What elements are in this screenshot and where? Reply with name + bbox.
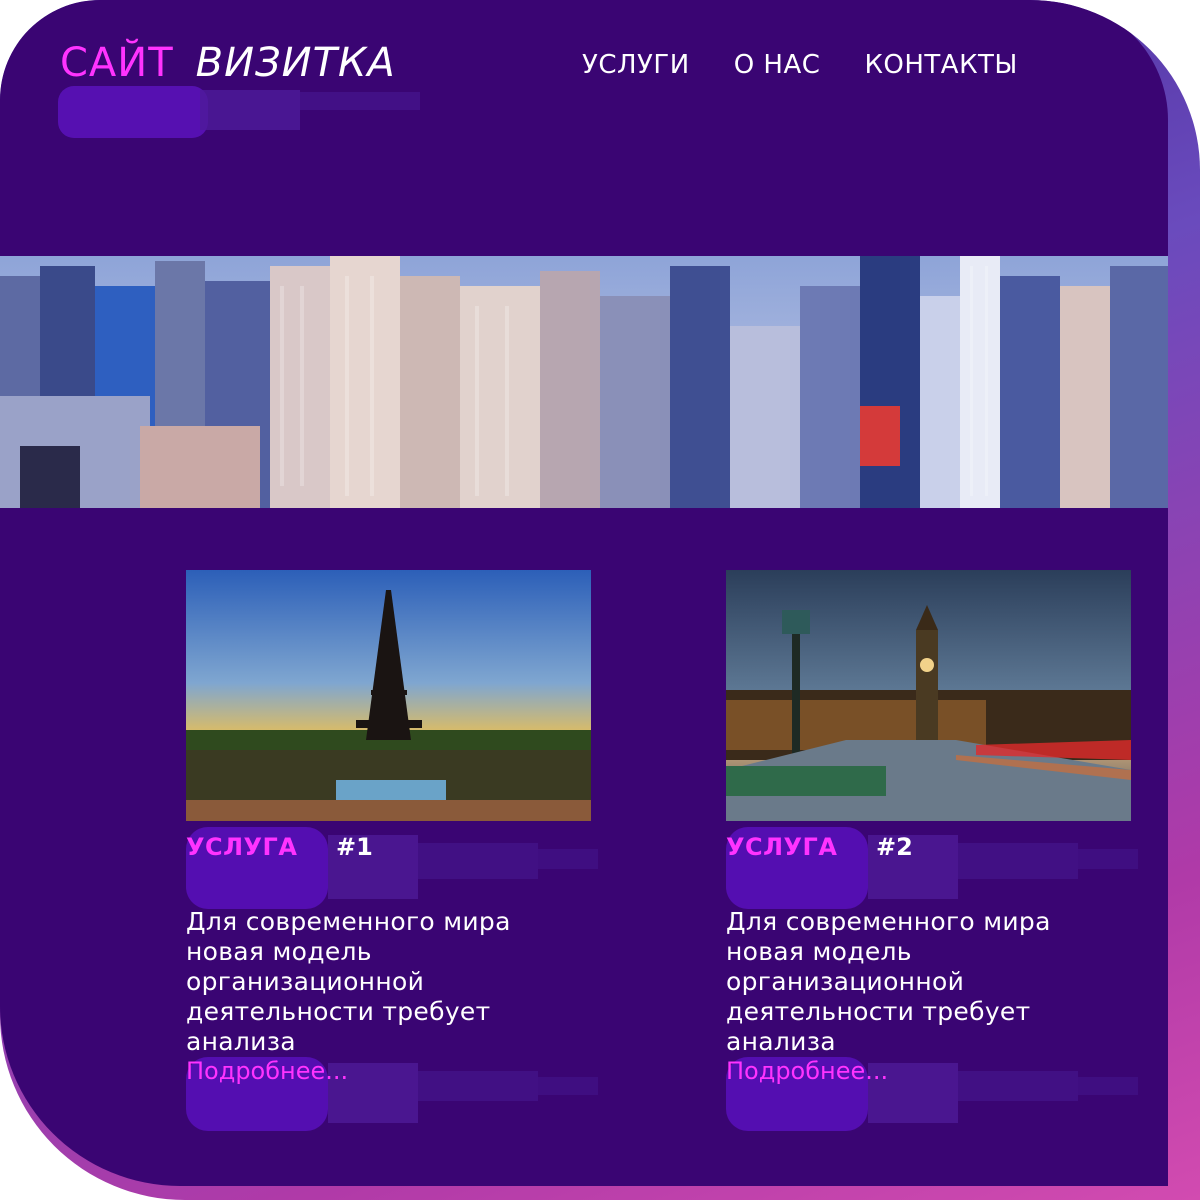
title-highlight [958, 843, 1078, 879]
logo-text-secondary: ВИЗИТКА [195, 40, 396, 86]
card-title: УСЛУГА [186, 833, 298, 861]
logo-highlight [200, 90, 300, 130]
nav-link-about[interactable]: О НАС [734, 50, 821, 80]
service-card: УСЛУГА #1 Для современного мира новая мо… [186, 570, 598, 1147]
site-panel: САЙТ ВИЗИТКА УСЛУГИ О НАС КОНТАКТЫ УСЛУГ… [0, 0, 1168, 1186]
card-description: Для современного мира новая модель орган… [726, 907, 1051, 1056]
logo-highlight [300, 92, 420, 110]
card-image-eiffel-tower[interactable] [186, 570, 591, 821]
service-card: УСЛУГА #2 Для современного мира новая мо… [726, 570, 1138, 1147]
card-number: #2 [876, 833, 913, 861]
site-logo[interactable]: САЙТ ВИЗИТКА [60, 40, 396, 86]
read-more-link[interactable]: Подробнее... [186, 1057, 348, 1085]
card-image-big-ben[interactable] [726, 570, 1131, 821]
read-more-link[interactable]: Подробнее... [726, 1057, 888, 1085]
title-highlight [1078, 849, 1138, 869]
link-highlight [538, 1077, 598, 1095]
main-nav: УСЛУГИ О НАС КОНТАКТЫ [582, 50, 1018, 80]
nav-link-services[interactable]: УСЛУГИ [582, 50, 690, 80]
nav-link-contacts[interactable]: КОНТАКТЫ [864, 50, 1017, 80]
hero-image-city-skyline [0, 256, 1168, 508]
link-highlight [418, 1071, 538, 1101]
logo-highlight [58, 86, 208, 138]
title-highlight [418, 843, 538, 879]
page-frame: САЙТ ВИЗИТКА УСЛУГИ О НАС КОНТАКТЫ УСЛУГ… [0, 0, 1200, 1200]
link-highlight [1078, 1077, 1138, 1095]
link-highlight [958, 1071, 1078, 1101]
card-title: УСЛУГА [726, 833, 838, 861]
title-highlight [538, 849, 598, 869]
card-number: #1 [336, 833, 373, 861]
logo-text-primary: САЙТ [60, 40, 174, 86]
card-description: Для современного мира новая модель орган… [186, 907, 511, 1056]
